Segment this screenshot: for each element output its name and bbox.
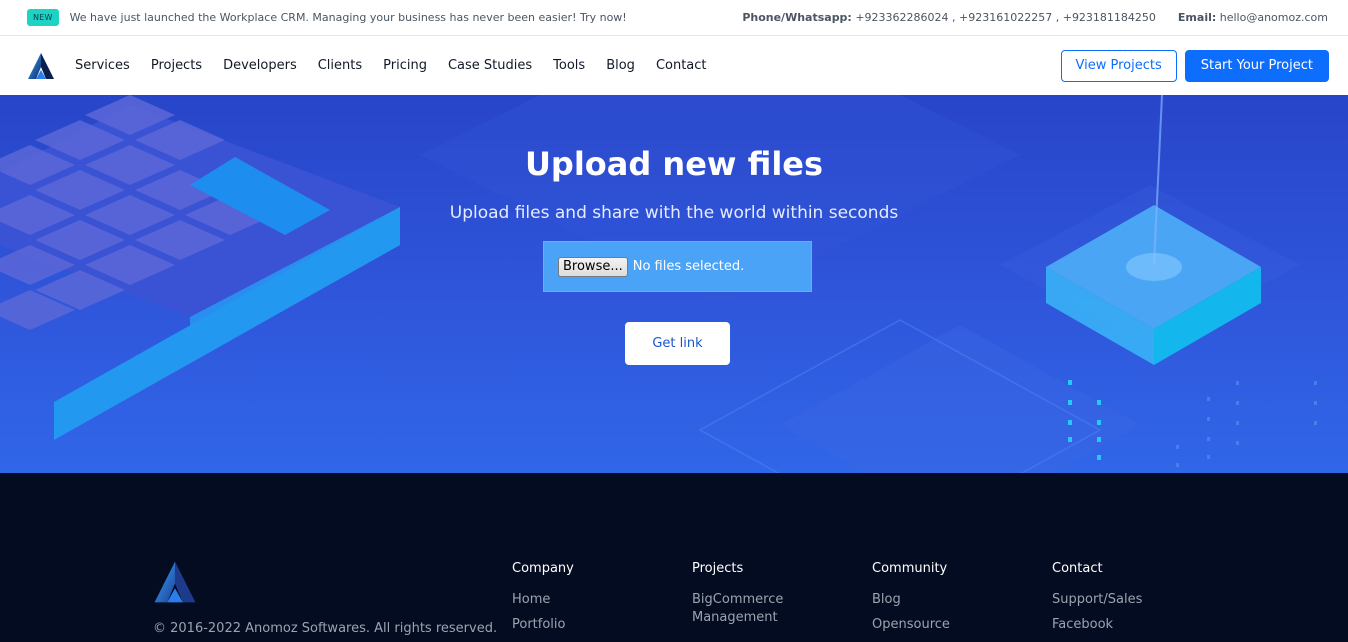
page-title: Upload new files [524, 145, 824, 183]
nav-blog[interactable]: Blog [606, 58, 635, 73]
phone-numbers[interactable]: +923362286024 , +923161022257 , +9231811… [855, 11, 1156, 24]
view-projects-button[interactable]: View Projects [1060, 49, 1177, 82]
email-address[interactable]: hello@anomoz.com [1220, 11, 1328, 24]
announcement-bar: NEW We have just launched the Workplace … [0, 0, 1348, 36]
footer-logo[interactable] [153, 560, 197, 604]
footer-column-title: Projects [692, 561, 744, 576]
footer-column-community: Community Blog Opensource [872, 561, 1042, 641]
contact-info: Phone/Whatsapp: +923362286024 , +9231610… [742, 11, 1328, 24]
get-link-button[interactable]: Get link [625, 322, 730, 365]
copyright-text: © 2016-2022 Anomoz Softwares. All rights… [153, 621, 498, 636]
footer-column-title: Contact [1052, 561, 1103, 576]
file-status-text: No files selected. [632, 259, 745, 274]
browse-button[interactable]: Browse... [558, 256, 628, 277]
footer-column-title: Community [872, 561, 948, 576]
phone-label: Phone/Whatsapp: [742, 11, 852, 24]
footer-column-projects: Projects BigCommerce Management [692, 561, 802, 634]
nav-links: Services Projects Developers Clients Pri… [75, 58, 728, 73]
nav-developers[interactable]: Developers [223, 58, 297, 73]
nav-clients[interactable]: Clients [318, 58, 362, 73]
footer-link-blog[interactable]: Blog [872, 591, 1042, 609]
page-subtitle: Upload files and share with the world wi… [449, 203, 899, 223]
new-badge: NEW [27, 9, 59, 26]
footer-link-facebook[interactable]: Facebook [1052, 616, 1222, 634]
footer-link-support-sales[interactable]: Support/Sales [1052, 591, 1222, 609]
phone-info: Phone/Whatsapp: +923362286024 , +9231610… [742, 11, 1156, 24]
footer-column-company: Company Home Portfolio [512, 561, 682, 641]
main-navbar: Services Projects Developers Clients Pri… [0, 36, 1348, 95]
footer-link-opensource[interactable]: Opensource [872, 616, 1042, 634]
nav-pricing[interactable]: Pricing [383, 58, 427, 73]
site-footer: © 2016-2022 Anomoz Softwares. All rights… [0, 473, 1348, 642]
start-project-button[interactable]: Start Your Project [1184, 49, 1329, 82]
email-info: Email: hello@anomoz.com [1178, 11, 1328, 24]
file-input[interactable]: Browse... No files selected. [543, 241, 812, 292]
nav-projects[interactable]: Projects [151, 58, 202, 73]
nav-case-studies[interactable]: Case Studies [448, 58, 532, 73]
footer-link-home[interactable]: Home [512, 591, 682, 609]
nav-actions: View Projects Start Your Project [1060, 49, 1329, 82]
nav-contact[interactable]: Contact [656, 58, 707, 73]
footer-column-contact: Contact Support/Sales Facebook [1052, 561, 1222, 641]
nav-tools[interactable]: Tools [553, 58, 585, 73]
anomoz-logo[interactable] [27, 52, 55, 80]
footer-column-title: Company [512, 561, 574, 576]
nav-services[interactable]: Services [75, 58, 130, 73]
announcement-text[interactable]: We have just launched the Workplace CRM.… [70, 11, 627, 24]
footer-link-portfolio[interactable]: Portfolio [512, 616, 682, 634]
footer-link-bigcommerce[interactable]: BigCommerce Management [692, 591, 802, 627]
email-label: Email: [1177, 11, 1217, 24]
upload-hero: Upload new files Upload files and share … [0, 95, 1348, 473]
